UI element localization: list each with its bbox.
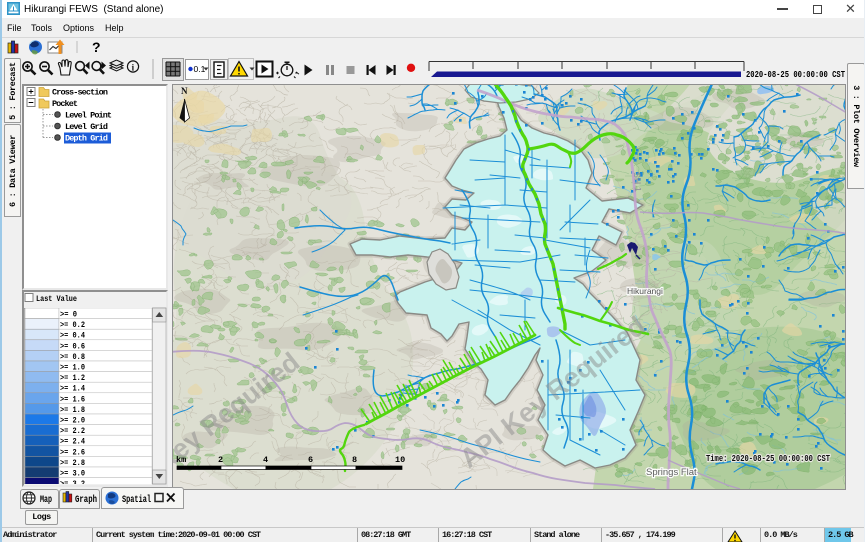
svg-text:Depth Grid: Depth Grid: [65, 134, 108, 144]
svg-text:Map: Map: [40, 495, 52, 506]
svg-text:?: ?: [92, 39, 101, 55]
svg-text:Pocket: Pocket: [52, 99, 78, 109]
svg-text:10: 10: [395, 455, 405, 465]
svg-text:>= 3.0: >= 3.0: [60, 469, 85, 479]
svg-text:>= 0.8: >= 0.8: [60, 352, 85, 362]
svg-text:Hikurangi: Hikurangi: [627, 286, 663, 296]
svg-text:2020-08-25 00:00:00 CST: 2020-08-25 00:00:00 CST: [746, 69, 845, 80]
svg-text:N: N: [181, 86, 188, 96]
svg-text:Time: 2020-08-25 00:00:00 CST: Time: 2020-08-25 00:00:00 CST: [706, 453, 830, 464]
svg-text:>= 0: >= 0: [60, 310, 77, 320]
svg-text:Graph: Graph: [75, 494, 97, 506]
svg-text:>= 2.8: >= 2.8: [60, 458, 85, 468]
svg-text:Cross-section: Cross-section: [52, 88, 108, 98]
svg-text:8: 8: [352, 455, 357, 465]
svg-text:Last Value: Last Value: [36, 294, 77, 304]
svg-text:>= 1.0: >= 1.0: [60, 363, 85, 373]
svg-text:>= 2.6: >= 2.6: [60, 447, 85, 457]
svg-text:>= 1.2: >= 1.2: [60, 373, 85, 383]
svg-text:0.1: 0.1: [194, 64, 206, 74]
svg-text:4: 4: [263, 455, 268, 465]
svg-text:>= 1.8: >= 1.8: [60, 405, 85, 415]
svg-text:Level Grid: Level Grid: [65, 122, 108, 132]
svg-text:>= 1.6: >= 1.6: [60, 394, 85, 404]
svg-text:>= 2.0: >= 2.0: [60, 416, 85, 426]
svg-text:i: i: [132, 63, 135, 73]
svg-text:6: 6: [308, 455, 313, 465]
svg-text:>= 0.6: >= 0.6: [60, 341, 85, 351]
svg-text:Springs Flat: Springs Flat: [646, 467, 697, 478]
svg-text:>= 2.2: >= 2.2: [60, 426, 85, 436]
svg-text:Level Point: Level Point: [65, 111, 112, 121]
svg-text:Spatial: Spatial: [122, 494, 151, 506]
svg-text:km: km: [176, 455, 186, 465]
svg-text:>= 2.4: >= 2.4: [60, 437, 85, 447]
svg-text:SH 1: SH 1: [632, 172, 643, 193]
svg-text:2: 2: [218, 455, 223, 465]
svg-text:>= 0.2: >= 0.2: [60, 320, 85, 330]
svg-text:>= 0.4: >= 0.4: [60, 331, 85, 341]
svg-text:>= 1.4: >= 1.4: [60, 384, 85, 394]
